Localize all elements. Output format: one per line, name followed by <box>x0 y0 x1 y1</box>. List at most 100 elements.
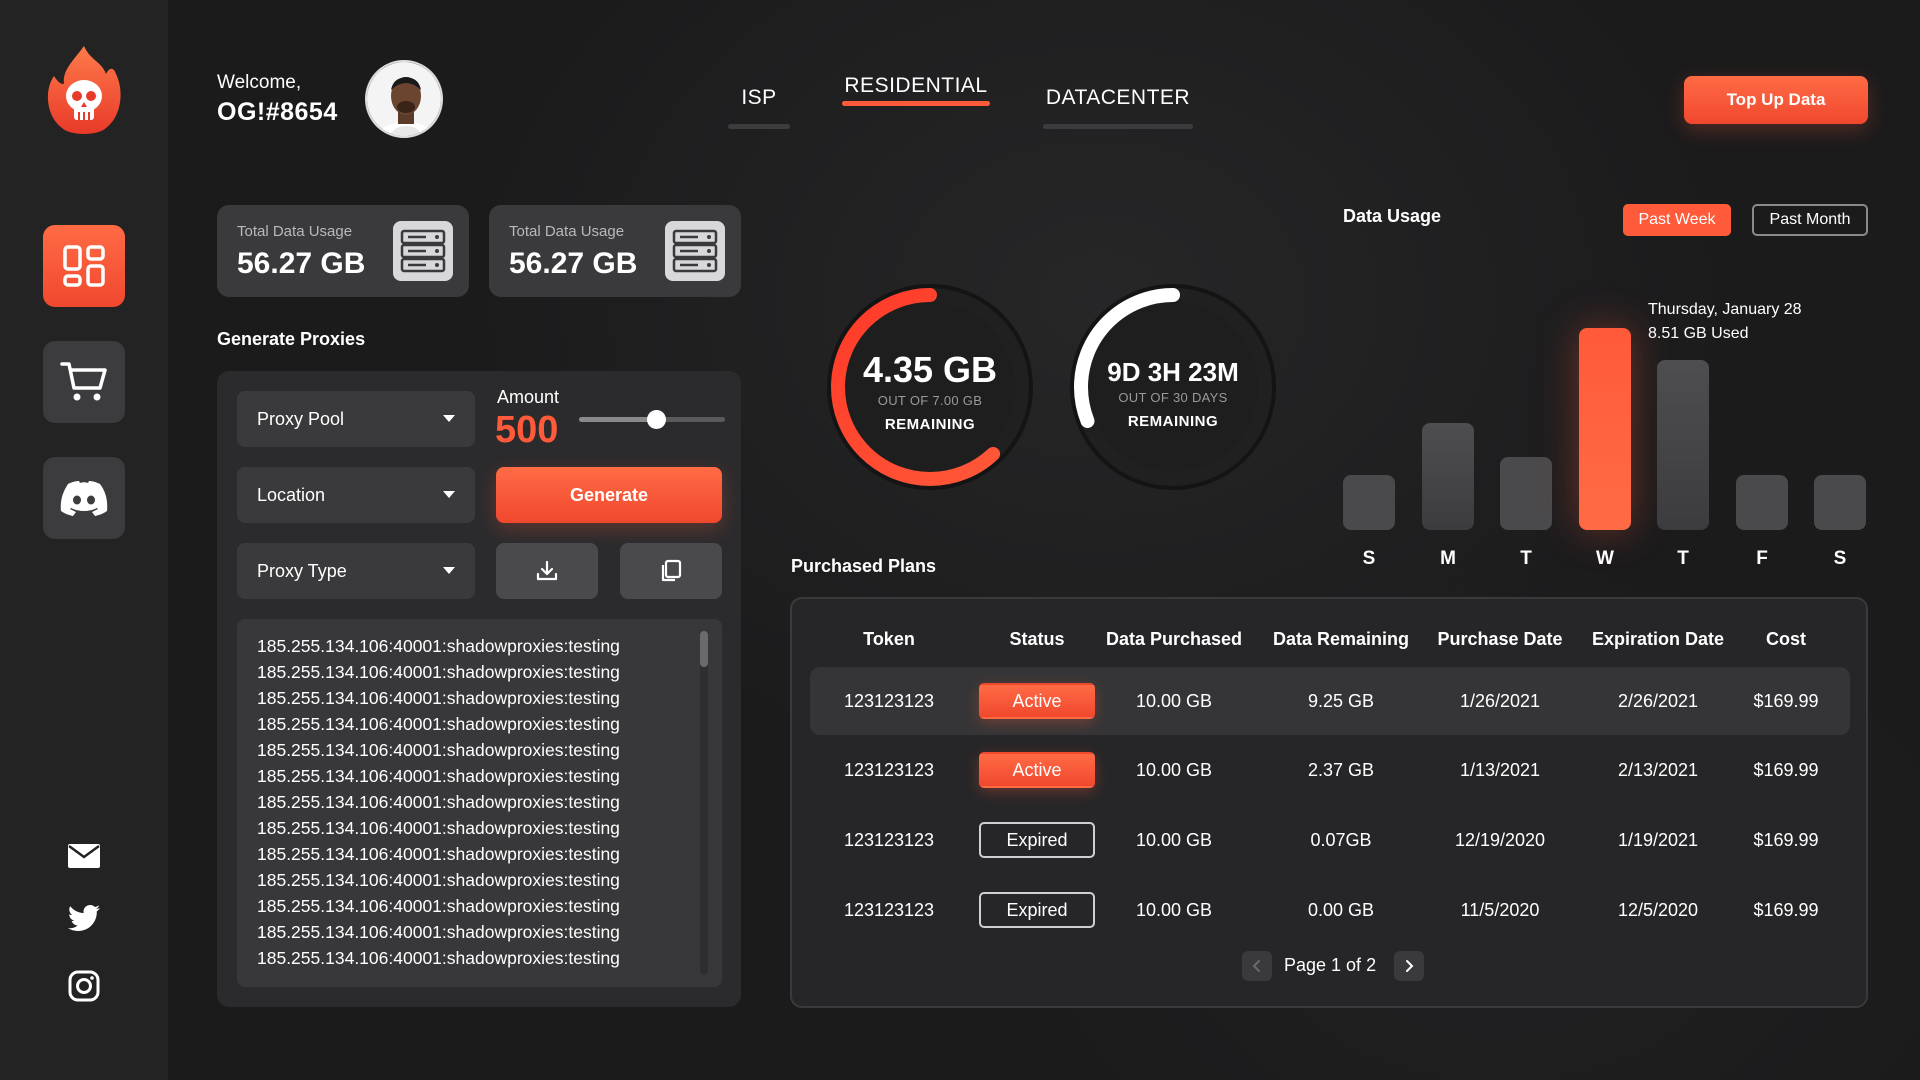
column-header[interactable]: Data Remaining <box>1256 629 1426 650</box>
cell-remaining: 9.25 GB <box>1307 691 1375 711</box>
past-week-button[interactable]: Past Week <box>1623 204 1731 236</box>
cell-purchase-date: 11/5/2020 <box>1460 900 1540 920</box>
instagram-icon[interactable] <box>66 968 102 1004</box>
time-remaining-gauge: 9D 3H 23M OUT OF 30 DAYS REMAINING <box>1063 277 1283 497</box>
cell-cost: $169.99 <box>1753 900 1819 920</box>
download-button[interactable] <box>496 543 598 599</box>
welcome-block: Welcome, OG!#8654 <box>217 72 338 127</box>
column-header[interactable]: Status <box>977 629 1097 650</box>
proxy-line: 185.255.134.106:40001:shadowproxies:test… <box>257 948 620 968</box>
server-icon <box>665 221 725 281</box>
cell-purchased: 10.00 GB <box>1135 900 1213 920</box>
twitter-icon[interactable] <box>66 900 102 936</box>
sidebar-item-cart[interactable] <box>43 341 125 423</box>
column-header[interactable]: Purchase Date <box>1420 629 1580 650</box>
proxy-line: 185.255.134.106:40001:shadowproxies:test… <box>257 896 620 916</box>
column-header[interactable]: Token <box>809 629 969 650</box>
next-page-button[interactable] <box>1394 951 1424 981</box>
status-badge: Active <box>979 683 1095 719</box>
usage-bar-2[interactable] <box>1500 457 1552 530</box>
cart-icon <box>60 362 107 401</box>
tab-residential[interactable]: RESIDENTIAL <box>842 74 990 106</box>
sidebar-item-dashboard[interactable] <box>43 225 125 307</box>
location-select[interactable]: Location <box>237 467 475 523</box>
tab-residential-label: RESIDENTIAL <box>844 74 988 97</box>
proxy-type-label: Proxy Type <box>257 560 347 581</box>
discord-icon <box>60 481 108 516</box>
usage-bar-5[interactable] <box>1736 475 1788 530</box>
usage-bar-0[interactable] <box>1343 475 1395 530</box>
cell-purchased: 10.00 GB <box>1135 691 1213 711</box>
usage-bar-6[interactable] <box>1814 475 1866 530</box>
table-row[interactable]: 123123123 Active 10.00 GB 9.25 GB 1/26/2021 2… <box>810 667 1850 735</box>
status-badge: Expired <box>979 892 1095 928</box>
cell-remaining: 2.37 GB <box>1307 760 1375 780</box>
proxy-type-select[interactable]: Proxy Type <box>237 543 475 599</box>
usage-bar-3[interactable] <box>1579 328 1631 530</box>
dashboard-icon <box>63 245 105 287</box>
prev-page-button[interactable] <box>1242 951 1272 981</box>
page-indicator: Page 1 of 2 <box>1284 955 1377 975</box>
chevron-right-icon <box>1406 960 1414 972</box>
cell-expiration-date: 2/13/2021 <box>1617 760 1699 780</box>
top-up-data-button[interactable]: Top Up Data <box>1684 76 1868 124</box>
purchased-plans-title: Purchased Plans <box>791 556 937 576</box>
column-header[interactable]: Cost <box>1726 629 1846 650</box>
proxy-line: 185.255.134.106:40001:shadowproxies:test… <box>257 688 620 708</box>
tab-isp[interactable]: ISP <box>728 86 790 129</box>
amount-slider-fill <box>579 417 657 422</box>
amount-slider[interactable] <box>579 410 725 429</box>
sidebar-item-discord[interactable] <box>43 457 125 539</box>
chevron-left-icon <box>1252 960 1260 972</box>
avatar[interactable] <box>365 60 443 138</box>
tab-residential-underline <box>842 101 990 106</box>
cell-expiration-date: 2/26/2021 <box>1617 691 1699 711</box>
cell-token: 123123123 <box>843 830 935 850</box>
day-label: W <box>1596 548 1614 569</box>
data-remaining-gauge: 4.35 GB OUT OF 7.00 GB REMAINING <box>820 277 1040 497</box>
day-label: T <box>1520 548 1532 569</box>
cell-expiration-date: 12/5/2020 <box>1617 900 1699 920</box>
server-icon <box>393 221 453 281</box>
proxy-line: 185.255.134.106:40001:shadowproxies:test… <box>257 922 620 942</box>
sidebar <box>0 0 168 1080</box>
column-header[interactable]: Data Purchased <box>1094 629 1254 650</box>
tab-datacenter[interactable]: DATACENTER <box>1043 86 1193 129</box>
proxy-line: 185.255.134.106:40001:shadowproxies:test… <box>257 818 620 838</box>
proxy-line: 185.255.134.106:40001:shadowproxies:test… <box>257 870 620 890</box>
proxy-list-scrollbar[interactable] <box>700 631 708 975</box>
proxy-line: 185.255.134.106:40001:shadowproxies:test… <box>257 740 620 760</box>
amount-slider-knob[interactable] <box>647 410 667 429</box>
cell-purchased: 10.00 GB <box>1135 830 1213 850</box>
table-row[interactable]: 123123123 Active 10.00 GB 2.37 GB 1/13/2021 2… <box>810 736 1850 804</box>
cell-purchased: 10.00 GB <box>1135 760 1213 780</box>
flame-skull-logo-icon[interactable] <box>44 44 124 140</box>
cell-remaining: 0.07GB <box>1310 830 1372 850</box>
past-month-button[interactable]: Past Month <box>1752 204 1868 236</box>
column-header[interactable]: Expiration Date <box>1573 629 1743 650</box>
generate-button[interactable]: Generate <box>496 467 722 523</box>
copy-button[interactable] <box>620 543 722 599</box>
gauge-data-subtitle: OUT OF 7.00 GB <box>877 393 983 408</box>
proxy-list-scroll-thumb[interactable] <box>700 631 708 667</box>
copy-icon <box>661 559 682 582</box>
welcome-label: Welcome, <box>217 72 302 93</box>
usage-bar-4[interactable] <box>1657 360 1709 530</box>
table-row[interactable]: 123123123 Expired 10.00 GB 0.00 GB 11/5/2020… <box>810 876 1850 944</box>
mail-icon[interactable] <box>66 838 102 874</box>
day-label: M <box>1440 548 1456 569</box>
proxy-pool-select[interactable]: Proxy Pool <box>237 391 475 447</box>
cell-cost: $169.99 <box>1753 691 1819 711</box>
usage-bar-1[interactable] <box>1422 423 1474 530</box>
status-badge: Active <box>979 752 1095 788</box>
proxy-line: 185.255.134.106:40001:shadowproxies:test… <box>257 792 620 812</box>
cell-token: 123123123 <box>843 760 935 780</box>
proxy-list-textarea[interactable]: 185.255.134.106:40001:shadowproxies:test… <box>237 619 722 987</box>
gauge-data-value: 4.35 GB <box>862 349 998 390</box>
caret-down-icon <box>443 567 455 574</box>
username: OG!#8654 <box>217 98 338 126</box>
purchased-plans-table: Page 1 of 2 Token Status Data Purchased Dat… <box>790 597 1868 1008</box>
day-label: S <box>1362 548 1376 569</box>
table-row[interactable]: 123123123 Expired 10.00 GB 0.07GB 12/19/2020… <box>810 806 1850 874</box>
day-label: S <box>1833 548 1847 569</box>
